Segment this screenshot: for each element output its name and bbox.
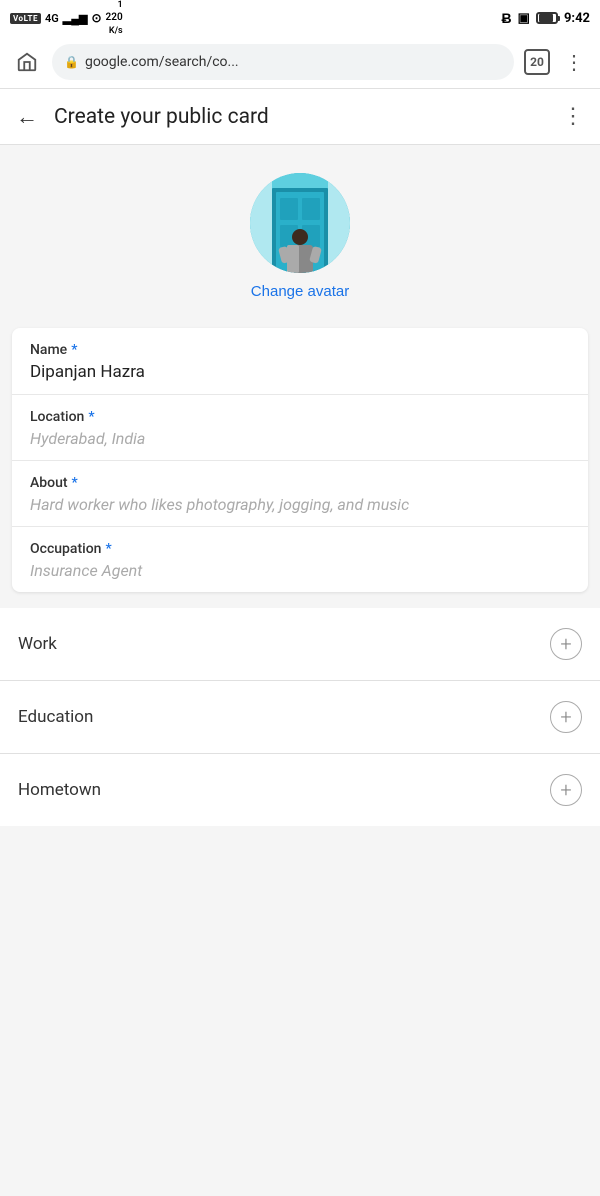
back-button[interactable]: ←: [16, 104, 38, 130]
hometown-label: Hometown: [18, 780, 101, 800]
hometown-section: Hometown +: [0, 754, 600, 826]
name-value: Dipanjan Hazra: [30, 362, 570, 382]
location-label: Location *: [30, 409, 570, 425]
education-expand-icon[interactable]: +: [550, 701, 582, 733]
name-field[interactable]: Name * Dipanjan Hazra: [12, 328, 588, 395]
work-section: Work +: [0, 608, 600, 681]
avatar[interactable]: [250, 173, 350, 273]
location-field[interactable]: Location * Hyderabad, India: [12, 395, 588, 461]
location-required-star: *: [88, 409, 94, 425]
upload-speed: 1 220K/s: [106, 1, 123, 36]
education-section: Education +: [0, 681, 600, 754]
wifi-icon: ⊙: [91, 11, 101, 25]
change-avatar-button[interactable]: Change avatar: [251, 283, 349, 300]
name-required-star: *: [71, 342, 77, 358]
education-label: Education: [18, 707, 93, 727]
lock-icon: 🔒: [64, 55, 79, 69]
url-bar[interactable]: 🔒 google.com/search/co...: [52, 44, 514, 80]
status-right: Ƀ ▣ 9:42: [502, 10, 590, 27]
work-label: Work: [18, 634, 57, 654]
network-indicator: 4G: [45, 12, 59, 25]
battery-icon: [536, 12, 558, 24]
page-title: Create your public card: [54, 105, 546, 129]
name-label: Name *: [30, 342, 570, 358]
profile-form-card: Name * Dipanjan Hazra Location * Hyderab…: [12, 328, 588, 592]
occupation-field[interactable]: Occupation * Insurance Agent: [12, 527, 588, 592]
browser-menu-button[interactable]: ⋮: [560, 50, 588, 74]
about-field[interactable]: About * Hard worker who likes photograph…: [12, 461, 588, 527]
occupation-label: Occupation *: [30, 541, 570, 557]
status-left: VoLTE 4G ▂▄▆ ⊙ 1 220K/s: [10, 1, 123, 36]
hometown-expand-icon[interactable]: +: [550, 774, 582, 806]
status-bar: VoLTE 4G ▂▄▆ ⊙ 1 220K/s Ƀ ▣ 9:42: [0, 0, 600, 36]
header-menu-button[interactable]: ⋮: [562, 104, 584, 129]
work-expand-icon[interactable]: +: [550, 628, 582, 660]
location-placeholder: Hyderabad, India: [30, 429, 570, 448]
occupation-required-star: *: [105, 541, 111, 557]
vibrate-icon: ▣: [518, 11, 530, 26]
tab-count-badge[interactable]: 20: [524, 49, 550, 75]
occupation-placeholder: Insurance Agent: [30, 561, 570, 580]
hometown-expand-row[interactable]: Hometown +: [0, 754, 600, 826]
bluetooth-icon: Ƀ: [502, 10, 512, 27]
education-expand-row[interactable]: Education +: [0, 681, 600, 753]
about-placeholder: Hard worker who likes photography, joggi…: [30, 495, 570, 514]
about-required-star: *: [72, 475, 78, 491]
time-display: 9:42: [564, 11, 590, 26]
about-label: About *: [30, 475, 570, 491]
avatar-section: Change avatar: [0, 145, 600, 320]
url-text: google.com/search/co...: [85, 54, 239, 70]
signal-icon: ▂▄▆: [63, 12, 88, 25]
expandable-sections: Work + Education + Hometown +: [0, 608, 600, 826]
home-button[interactable]: [12, 47, 42, 77]
work-expand-row[interactable]: Work +: [0, 608, 600, 680]
volte-badge: VoLTE: [10, 13, 41, 24]
page-header: ← Create your public card ⋮: [0, 89, 600, 145]
browser-chrome: 🔒 google.com/search/co... 20 ⋮: [0, 36, 600, 89]
page-content: Change avatar Name * Dipanjan Hazra Loca…: [0, 145, 600, 826]
